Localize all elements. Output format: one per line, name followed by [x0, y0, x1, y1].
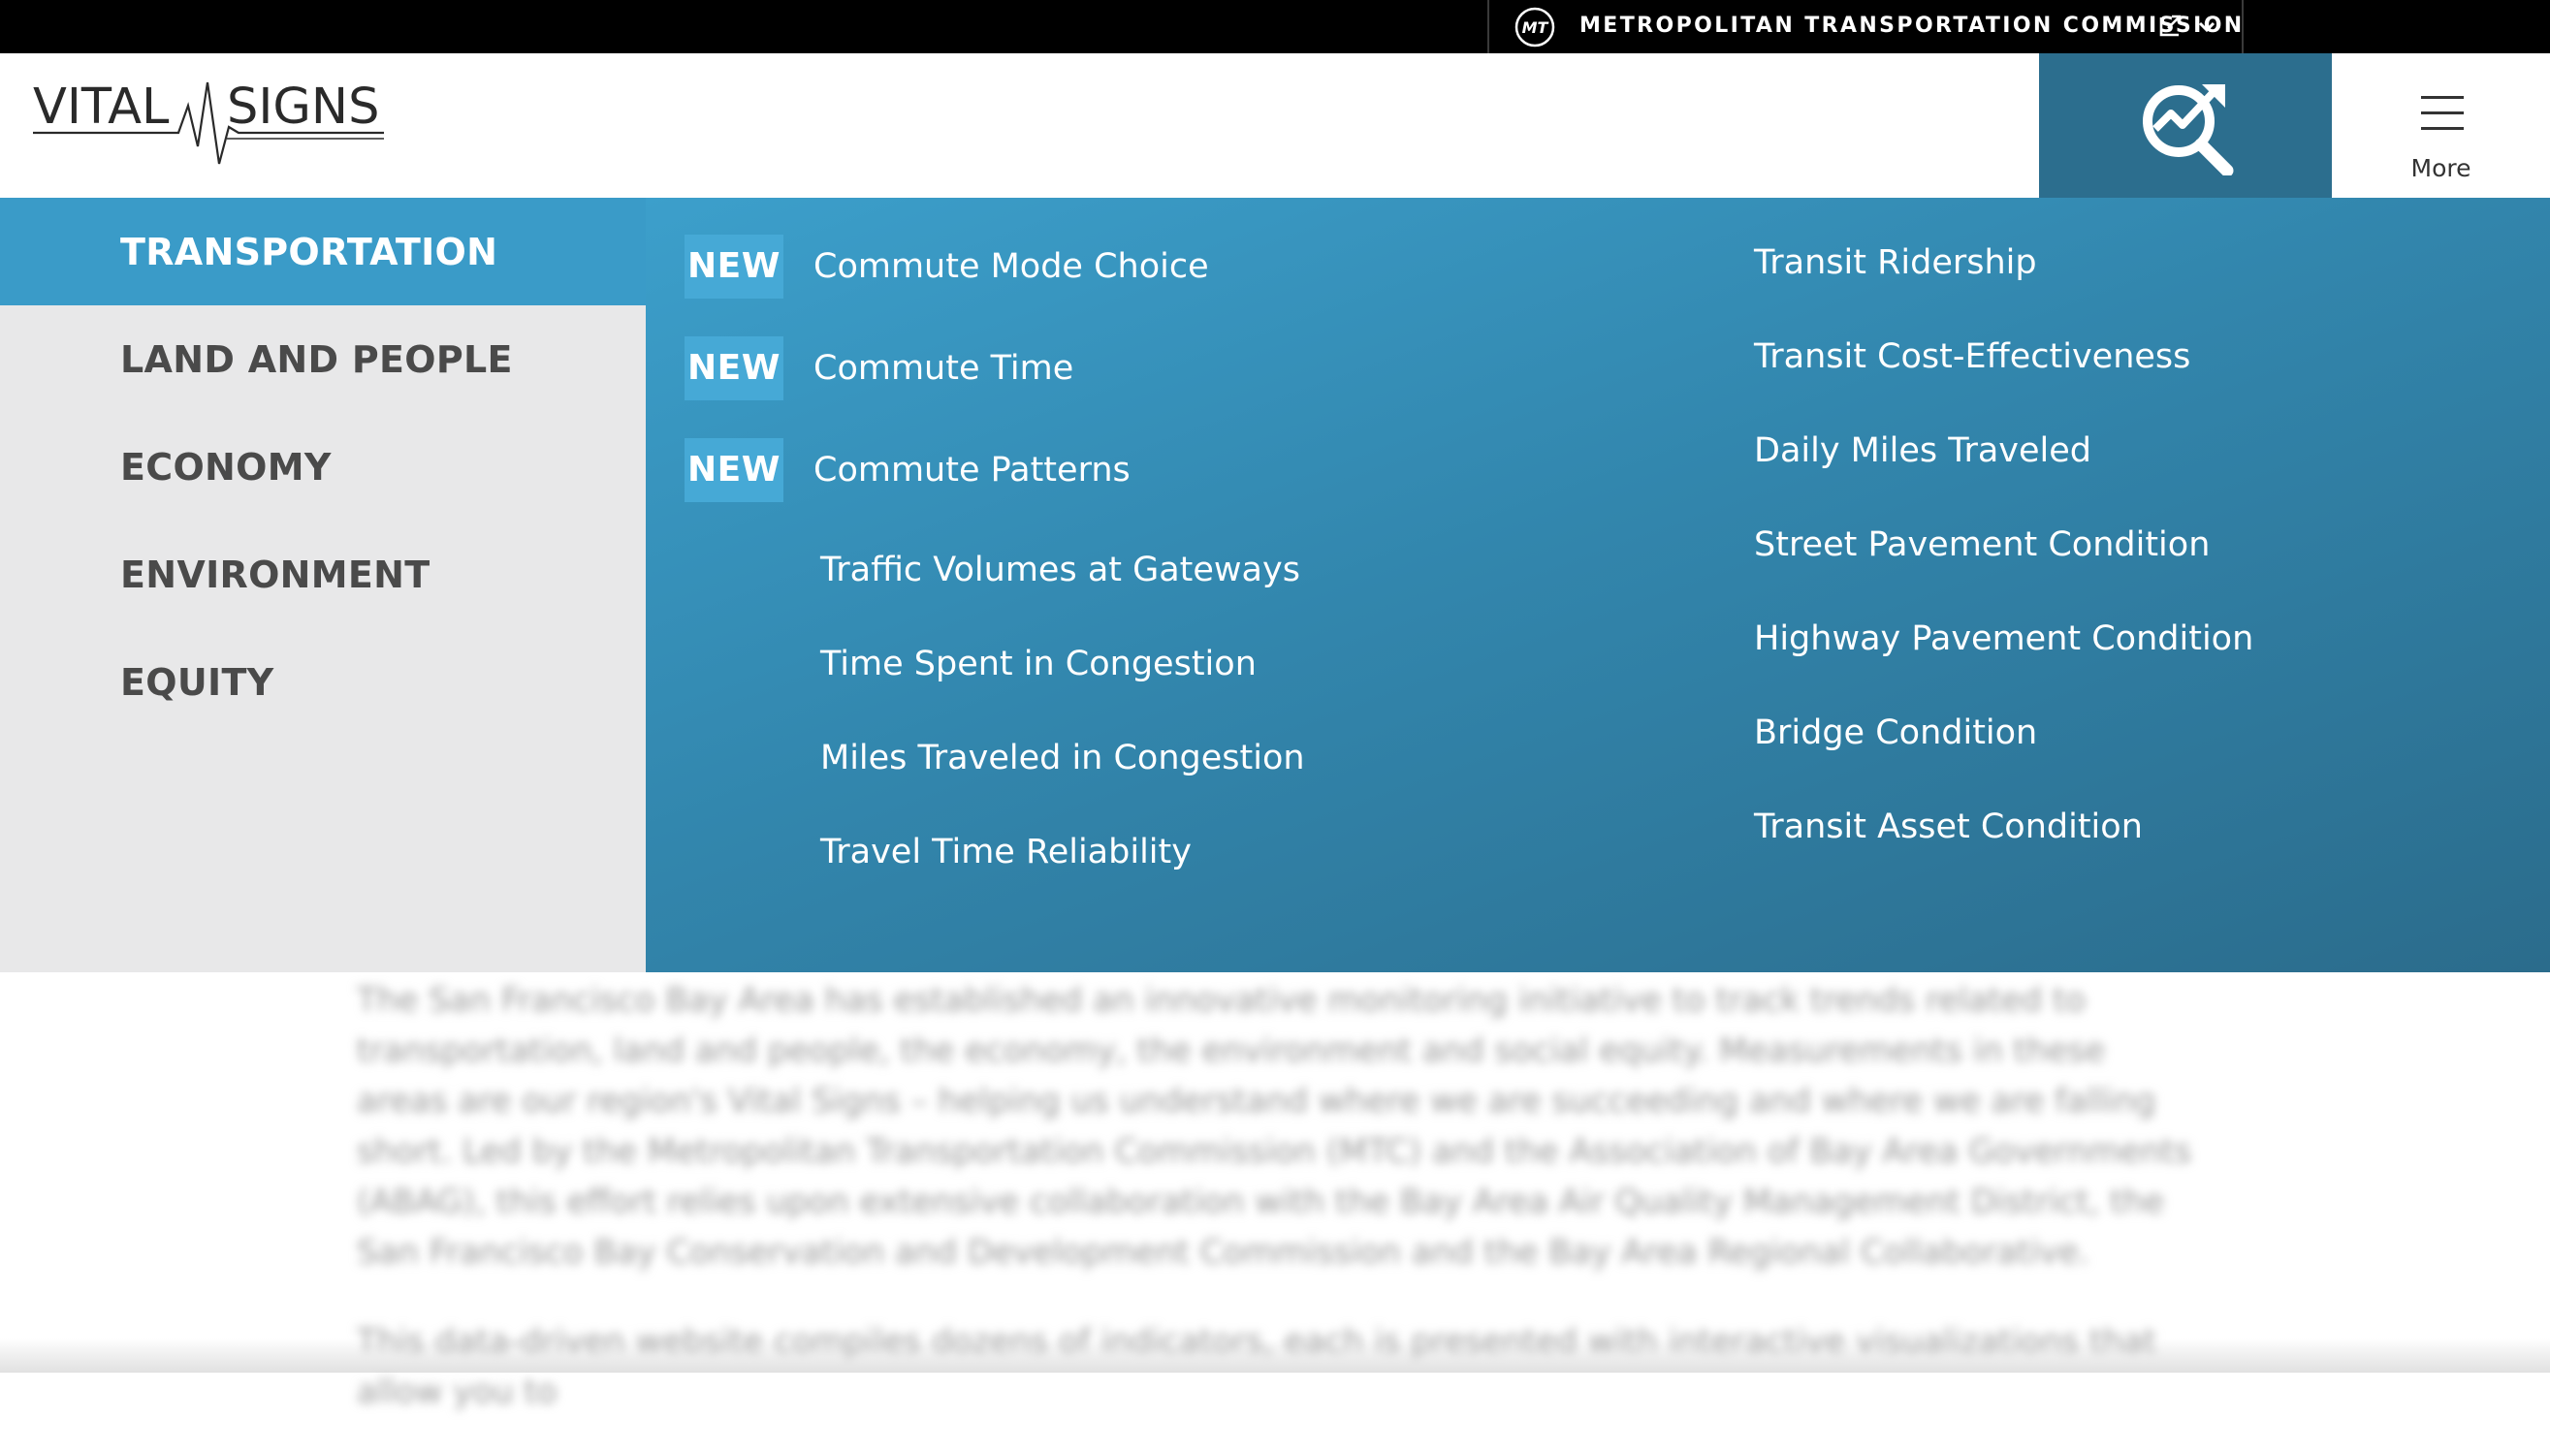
- indicator-link-commute-time[interactable]: NEW Commute Time: [685, 336, 1073, 400]
- intro-paragraph: The San Francisco Bay Area has establish…: [357, 981, 2192, 1272]
- indicator-link-miles-traveled-congestion[interactable]: Miles Traveled in Congestion: [820, 726, 1305, 790]
- indicator-label: Commute Mode Choice: [813, 247, 1209, 286]
- indicator-label: Commute Patterns: [813, 451, 1131, 490]
- indicator-link-highway-pavement[interactable]: Highway Pavement Condition: [1754, 607, 2253, 671]
- category-environment[interactable]: ENVIRONMENT: [0, 521, 646, 628]
- intro-text: The San Francisco Bay Area has establish…: [357, 975, 2199, 1456]
- indicator-link-daily-miles-traveled[interactable]: Daily Miles Traveled: [1754, 419, 2091, 483]
- external-link-icon: [2159, 15, 2182, 37]
- category-equity[interactable]: EQUITY: [0, 628, 646, 736]
- indicator-link-commute-mode-choice[interactable]: NEW Commute Mode Choice: [685, 235, 1209, 299]
- indicator-link-transit-asset-condition[interactable]: Transit Asset Condition: [1754, 795, 2143, 859]
- bottom-fade: [0, 1338, 2550, 1373]
- indicator-link-traffic-volumes[interactable]: Traffic Volumes at Gateways: [820, 538, 1300, 602]
- indicator-link-transit-ridership[interactable]: Transit Ridership: [1754, 231, 2037, 295]
- indicator-links-panel: NEW Commute Mode Choice NEW Commute Time…: [646, 198, 2550, 972]
- indicator-link-street-pavement[interactable]: Street Pavement Condition: [1754, 513, 2210, 577]
- new-badge: NEW: [685, 235, 783, 299]
- hamburger-icon: [2421, 96, 2464, 130]
- more-label: More: [2410, 154, 2471, 182]
- indicator-link-commute-patterns[interactable]: NEW Commute Patterns: [685, 438, 1131, 502]
- heartbeat-line-icon: [33, 81, 384, 165]
- category-land-and-people[interactable]: LAND AND PEOPLE: [0, 305, 646, 413]
- site-header: VITAL SIGNS More: [0, 53, 2550, 198]
- new-badge: NEW: [685, 438, 783, 502]
- mega-menu: TRANSPORTATION LAND AND PEOPLE ECONOMY E…: [0, 198, 2550, 972]
- svg-text:MT: MT: [1522, 18, 1549, 37]
- indicator-label: Commute Time: [813, 349, 1074, 388]
- mtc-name: METROPOLITAN TRANSPORTATION COMMISSION: [1579, 14, 2245, 38]
- category-economy[interactable]: ECONOMY: [0, 413, 646, 521]
- more-menu-button[interactable]: More: [2332, 53, 2550, 198]
- mtc-link[interactable]: MT METROPOLITAN TRANSPORTATION COMMISSIO…: [1487, 0, 2244, 53]
- vital-signs-logo[interactable]: VITAL SIGNS: [33, 71, 392, 168]
- chevron-down-icon[interactable]: [2197, 17, 2216, 37]
- mtc-logo-icon: MT: [1514, 7, 1555, 47]
- indicator-link-time-spent-congestion[interactable]: Time Spent in Congestion: [820, 632, 1257, 696]
- new-badge: NEW: [685, 336, 783, 400]
- category-list: TRANSPORTATION LAND AND PEOPLE ECONOMY E…: [0, 198, 646, 972]
- indicator-link-transit-cost-effectiveness[interactable]: Transit Cost-Effectiveness: [1754, 325, 2190, 389]
- category-transportation[interactable]: TRANSPORTATION: [0, 198, 646, 305]
- search-trend-icon: [2143, 84, 2234, 175]
- indicator-search-button[interactable]: [2039, 53, 2332, 198]
- indicator-link-bridge-condition[interactable]: Bridge Condition: [1754, 701, 2037, 765]
- indicator-link-travel-time-reliability[interactable]: Travel Time Reliability: [820, 820, 1192, 884]
- top-bar: MT METROPOLITAN TRANSPORTATION COMMISSIO…: [0, 0, 2550, 53]
